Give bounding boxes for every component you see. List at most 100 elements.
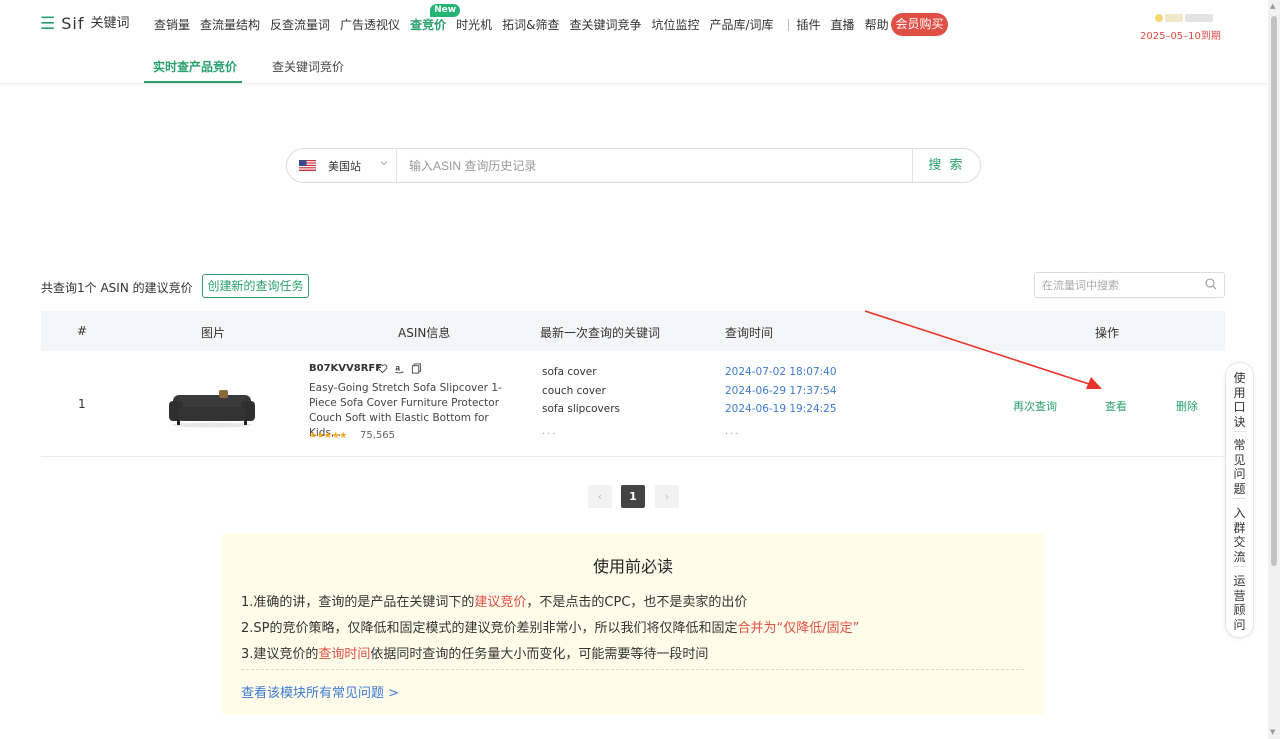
nav-item-traffic-structure[interactable]: 查流量结构 xyxy=(200,16,260,34)
requery-button[interactable]: 再次查询 xyxy=(1013,398,1057,414)
copy-icon[interactable] xyxy=(411,363,422,374)
tool-label-char: 口 xyxy=(1233,400,1246,414)
keyword-item: sofa cover xyxy=(542,366,597,378)
notice-highlight: 合并为“仅降低/固定” xyxy=(737,621,860,636)
col-image: 图片 xyxy=(201,326,226,340)
tool-label-char: 交 xyxy=(1233,535,1246,549)
notice-text: ，不是点击的CPC，也不是卖家的出价 xyxy=(526,595,748,610)
nav-item-bid-lookup[interactable]: 查竞价 New xyxy=(410,4,461,34)
nav-divider xyxy=(787,19,789,31)
notice-panel: 使用前必读 1.准确的讲，查询的是产品在关键词下的建议竞价，不是点击的CPC，也… xyxy=(222,534,1044,714)
nav-item-product-library[interactable]: 产品库/词库 xyxy=(709,16,773,34)
tool-join-group[interactable]: 入群交流 xyxy=(1226,506,1253,564)
row-index: 1 xyxy=(78,397,86,411)
tool-label-char: 题 xyxy=(1233,481,1246,496)
brand-name: Sif xyxy=(61,14,85,33)
brand-subtitle: 关键词 xyxy=(90,16,130,31)
heart-icon[interactable] xyxy=(377,363,388,374)
top-nav: ☰ Sif 关键词 查销量 查流量结构 反查流量词 广告透视仪 查竞价 New … xyxy=(0,0,1268,48)
notice-highlight: 建议竞价 xyxy=(474,595,527,610)
asin-actions: a xyxy=(377,363,422,374)
tool-usage-tips[interactable]: 使用口诀 xyxy=(1226,371,1253,429)
notice-line-1: 1.准确的讲，查询的是产品在关键词下的建议竞价，不是点击的CPC，也不是卖家的出… xyxy=(241,591,747,610)
asin-search-input[interactable] xyxy=(409,157,899,175)
create-query-task-button[interactable]: 创建新的查询任务 xyxy=(202,274,309,298)
notice-line-2: 2.SP的竞价策略，仅降低和固定模式的建议竞价差别非常小，所以我们将仅降低和固定… xyxy=(241,617,859,636)
nav-item-ad-insight[interactable]: 广告透视仪 xyxy=(340,16,400,34)
col-query-time: 查询时间 xyxy=(725,326,774,340)
sub-tabs: 实时查产品竞价 查关键词竞价 xyxy=(0,48,1268,84)
nav-item-plugin[interactable]: 插件 xyxy=(797,16,821,34)
asin-search-bar: 美国站 搜 索 xyxy=(286,148,981,183)
notice-highlight: 查询时间 xyxy=(318,647,371,662)
marketplace-select[interactable]: 美国站 xyxy=(287,149,397,182)
nav-item-time-machine[interactable]: 时光机 xyxy=(456,16,492,34)
nav-item-help[interactable]: 帮助 xyxy=(865,16,889,34)
pagination-prev[interactable]: ‹ xyxy=(588,485,612,508)
scroll-thumb[interactable] xyxy=(1271,16,1277,566)
active-tab-indicator xyxy=(144,81,242,83)
tool-label-char: 问 xyxy=(1233,617,1246,632)
notice-line-3: 3.建议竞价的查询时间依据同时查询的任务量大小而变化，可能需要等待一段时间 xyxy=(241,643,708,662)
user-name-redacted xyxy=(1165,14,1183,22)
faq-link[interactable]: 查看该模块所有常见问题 > xyxy=(241,682,399,701)
keyword-item: couch cover xyxy=(542,384,606,397)
nav-item-reverse-keywords[interactable]: 反查流量词 xyxy=(270,16,330,34)
tool-divider xyxy=(1233,498,1246,499)
menu-icon: ☰ xyxy=(40,14,56,34)
col-index: # xyxy=(77,324,88,338)
float-toolbar: 使用口诀 常见问题 入群交流 运营顾问 xyxy=(1225,362,1254,638)
tool-label-char: 见 xyxy=(1233,452,1246,467)
tool-label-char: 入 xyxy=(1233,506,1246,520)
nav-item-keyword-competition[interactable]: 查关键词竞争 xyxy=(569,16,641,34)
notice-text: 2.SP的竞价策略，仅降低和固定模式的建议竞价差别非常小，所以我们将仅降低和固定 xyxy=(241,621,738,636)
page-scrollbar[interactable]: ▲ ▼ xyxy=(1268,0,1280,739)
tool-consultant[interactable]: 运营顾问 xyxy=(1226,574,1253,632)
col-latest-keywords: 最新一次查询的关键词 xyxy=(540,326,661,340)
keyword-filter-input[interactable] xyxy=(1042,278,1197,293)
logo[interactable]: ☰ Sif 关键词 xyxy=(40,14,130,34)
query-time-item: 2024-06-29 17:37:54 xyxy=(725,384,837,397)
search-button[interactable]: 搜 索 xyxy=(912,149,980,182)
pagination-next[interactable]: › xyxy=(655,485,679,508)
product-image[interactable] xyxy=(169,387,255,429)
tab-keyword-bid[interactable]: 查关键词竞价 xyxy=(272,58,344,75)
rating-count: 75,565 xyxy=(360,430,395,441)
notice-text: 依据同时查询的任务量大小而变化，可能需要等待一段时间 xyxy=(370,647,709,662)
svg-text:a: a xyxy=(395,363,400,372)
amazon-icon[interactable]: a xyxy=(394,363,405,374)
marketplace-label: 美国站 xyxy=(328,160,361,173)
tool-divider xyxy=(1233,566,1246,567)
user-account[interactable] xyxy=(1155,12,1215,22)
us-flag-icon xyxy=(299,160,316,171)
tool-label-char: 群 xyxy=(1233,520,1246,535)
keyword-filter xyxy=(1034,272,1225,298)
tool-label-char: 营 xyxy=(1233,588,1246,603)
user-id-redacted xyxy=(1185,14,1213,22)
times-more[interactable]: ··· xyxy=(725,429,741,440)
tool-label-char: 运 xyxy=(1233,574,1246,588)
result-count-text: 共查询1个 ASIN 的建议竞价 xyxy=(41,281,193,295)
scroll-up-icon[interactable]: ▲ xyxy=(1270,2,1275,10)
asin-code[interactable]: B07KVV8RFF xyxy=(309,363,382,374)
pagination-page[interactable]: 1 xyxy=(621,485,645,508)
tool-label-char: 用 xyxy=(1233,385,1246,400)
tool-label-char: 流 xyxy=(1233,549,1246,564)
delete-button[interactable]: 删除 xyxy=(1176,398,1198,414)
nav-item-keyword-expansion[interactable]: 拓词&筛查 xyxy=(502,16,559,34)
tab-realtime-product-bid[interactable]: 实时查产品竞价 xyxy=(153,58,237,75)
scroll-down-icon[interactable]: ▼ xyxy=(1270,728,1275,736)
query-time-item: 2024-06-19 19:24:25 xyxy=(725,403,837,415)
nav-item-live[interactable]: 直播 xyxy=(831,16,855,34)
tool-faq[interactable]: 常见问题 xyxy=(1226,438,1253,496)
vip-purchase-button[interactable]: 会员购买 xyxy=(891,13,948,36)
notice-title: 使用前必读 xyxy=(592,557,673,576)
tool-label-char: 问 xyxy=(1233,467,1246,481)
membership-expiry: 2025–05–10到期 xyxy=(1140,31,1221,42)
keywords-more[interactable]: ··· xyxy=(542,429,558,440)
search-icon[interactable] xyxy=(1205,278,1217,290)
nav-item-bid-lookup-label: 查竞价 xyxy=(410,18,447,32)
nav-item-slot-monitor[interactable]: 坑位监控 xyxy=(651,16,699,34)
nav-item-sales[interactable]: 查销量 xyxy=(154,16,190,34)
view-button[interactable]: 查看 xyxy=(1105,398,1127,414)
